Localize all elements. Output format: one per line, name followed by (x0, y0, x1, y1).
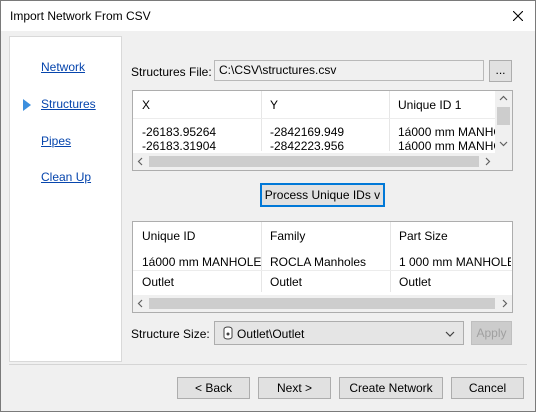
table-cell: -2842169.949 (270, 125, 345, 139)
table-cell[interactable]: 1á000 mm MANHOLE (136, 255, 261, 269)
structure-size-value: Outlet\Outlet (237, 327, 305, 341)
table-cell: 1á000 mm MANHOLE (398, 125, 496, 139)
close-icon (513, 11, 523, 21)
cancel-button[interactable]: Cancel (451, 377, 524, 399)
scroll-left-icon[interactable] (133, 153, 147, 170)
process-unique-ids-button[interactable]: Process Unique IDs v (260, 183, 385, 207)
scroll-down-icon[interactable] (495, 137, 512, 151)
structure-size-dropdown[interactable]: Outlet\Outlet (214, 321, 464, 345)
table-cell[interactable]: Outlet (393, 275, 511, 289)
sidebar-item-structures[interactable]: Structures (41, 97, 96, 111)
apply-button[interactable]: Apply (471, 321, 512, 345)
create-network-button[interactable]: Create Network (339, 377, 443, 399)
chevron-down-icon (445, 331, 455, 337)
header-divider (133, 118, 495, 119)
scroll-right-icon[interactable] (498, 295, 512, 312)
table-cell[interactable]: 1 000 mm MANHOLE (393, 255, 511, 269)
sidebar-item-clean-up[interactable]: Clean Up (41, 170, 91, 184)
horizontal-scrollbar[interactable] (133, 153, 495, 170)
column-divider (261, 222, 262, 292)
current-step-arrow-icon (23, 99, 31, 111)
column-header-unique-id-1[interactable]: Unique ID 1 (392, 98, 496, 112)
scroll-left-icon[interactable] (133, 295, 147, 312)
column-header-y[interactable]: Y (264, 98, 389, 112)
column-header-part-size[interactable]: Part Size (393, 229, 511, 243)
title-bar: Import Network From CSV (1, 1, 535, 31)
structures-file-label: Structures File: (131, 65, 212, 79)
window-title: Import Network From CSV (10, 9, 151, 23)
unique-id-mapping-grid[interactable]: Unique ID Family Part Size 1á000 mm MANH… (132, 221, 513, 313)
column-header-x[interactable]: X (136, 98, 261, 112)
wizard-steps-sidebar: Network Structures Pipes Clean Up (9, 36, 122, 362)
sidebar-item-network[interactable]: Network (41, 60, 85, 74)
table-cell: -26183.95264 (142, 125, 217, 139)
structure-part-icon (223, 326, 233, 340)
row-divider (133, 270, 512, 271)
back-button[interactable]: < Back (177, 377, 250, 399)
horizontal-scrollbar[interactable] (133, 295, 512, 312)
structure-size-label: Structure Size: (131, 327, 210, 341)
column-header-unique-id[interactable]: Unique ID (136, 229, 261, 243)
table-cell[interactable]: ROCLA Manholes (264, 255, 389, 269)
scroll-up-icon[interactable] (495, 91, 512, 105)
column-divider (390, 222, 391, 292)
structures-file-path-field[interactable]: C:\CSV\structures.csv (214, 60, 484, 81)
horizontal-scroll-thumb[interactable] (149, 298, 495, 309)
scroll-corner (495, 153, 512, 170)
close-button[interactable] (501, 1, 535, 31)
table-row-partial: -26183.31904 -2842223.956 1á000 mm MANHO… (133, 141, 495, 151)
table-cell: -26183.31904 (142, 141, 217, 151)
horizontal-scroll-thumb[interactable] (149, 156, 479, 167)
vertical-scroll-thumb[interactable] (497, 107, 510, 125)
column-header-family[interactable]: Family (264, 229, 389, 243)
table-cell[interactable]: Outlet (136, 275, 261, 289)
scroll-right-icon[interactable] (481, 153, 495, 170)
vertical-scrollbar[interactable] (495, 91, 512, 153)
sidebar-item-pipes[interactable]: Pipes (41, 134, 71, 148)
next-button[interactable]: Next > (258, 377, 331, 399)
table-cell[interactable]: Outlet (264, 275, 389, 289)
footer-separator (9, 364, 527, 365)
table-cell: 1á000 mm MANHOLE (398, 141, 495, 151)
csv-preview-grid[interactable]: X Y Unique ID 1 -26183.95264 -2842169.94… (132, 90, 513, 171)
import-network-dialog: Import Network From CSV Network Structur… (0, 0, 536, 412)
browse-button[interactable]: ... (489, 60, 512, 82)
table-cell: -2842223.956 (270, 141, 345, 151)
